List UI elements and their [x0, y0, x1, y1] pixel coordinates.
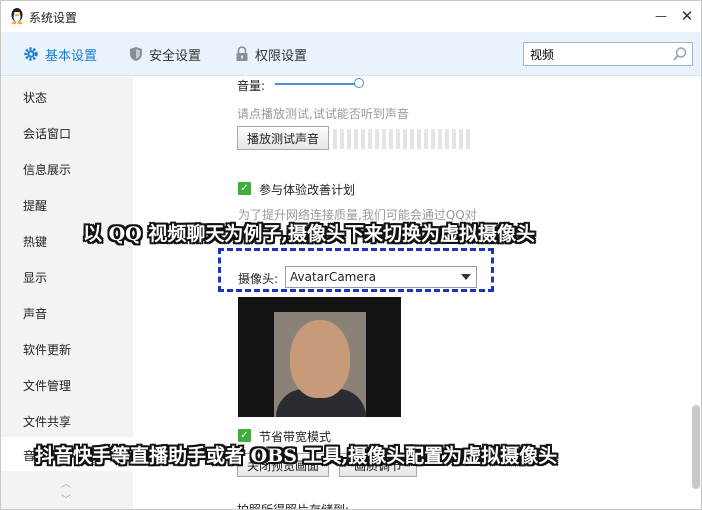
sidebar-item-chat-window[interactable]: 会话窗口 [23, 125, 71, 142]
sidebar-item-software-update[interactable]: 软件更新 [23, 341, 71, 358]
sidebar-item-info-display[interactable]: 信息展示 [23, 161, 71, 178]
volume-slider-track[interactable] [275, 83, 359, 85]
content-scrollbar-thumb[interactable] [692, 405, 700, 489]
tab-permission-settings[interactable]: 权限设置 [235, 44, 307, 64]
lock-icon [236, 46, 248, 61]
sidebar-item-sound[interactable]: 声音 [23, 305, 47, 322]
settings-tab-bar: 基本设置 安全设置 权限设置 [1, 32, 701, 76]
sidebar-item-display[interactable]: 显示 [23, 269, 47, 286]
sidebar-item-reminder[interactable]: 提醒 [23, 197, 47, 214]
playback-test-hint: 请点播放测试,试试能否听到声音 [237, 107, 409, 121]
sidebar-item-audio-video[interactable]: 音 [23, 447, 35, 464]
qq-penguin-icon [11, 8, 23, 25]
search-input[interactable] [530, 46, 670, 62]
tab-security-settings[interactable]: 安全设置 [129, 44, 201, 64]
tab-security-label: 安全设置 [149, 48, 202, 64]
volume-slider-handle[interactable] [354, 78, 364, 88]
close-icon: ✕ [680, 7, 694, 25]
camera-highlight-box [218, 248, 494, 292]
close-button[interactable]: ✕ [675, 5, 699, 27]
gear-icon [24, 47, 38, 61]
experience-plan-label: 参与体验改善计划 [259, 183, 356, 197]
sidebar-item-file-sharing[interactable]: 文件共享 [23, 413, 71, 430]
settings-window: 系统设置 — ✕ 基本设置 安全设置 权限设置 视频 状态 会话窗口 信息展示 … [0, 0, 702, 510]
tab-basic-label: 基本设置 [45, 48, 98, 64]
sidebar-scroll-up-icon[interactable]: ︿ [61, 475, 71, 490]
sidebar-item-hotkey[interactable]: 热键 [23, 233, 47, 250]
sidebar-scroll-down-icon[interactable]: ﹀ [61, 491, 71, 506]
window-title: 系统设置 [29, 11, 78, 25]
audio-level-meter [333, 129, 470, 149]
camera-preview [238, 297, 401, 417]
minimize-icon: — [655, 9, 667, 23]
person-face [290, 320, 350, 398]
shield-icon [130, 47, 142, 61]
volume-label: 音量: [237, 79, 266, 93]
settings-search-box[interactable] [523, 42, 693, 66]
sidebar-item-status[interactable]: 状态 [23, 89, 47, 106]
sidebar-item-file-management[interactable]: 文件管理 [23, 377, 71, 394]
annotation-banner-top: 以 QQ 视频聊天为例子,摄像头下来切换为虚拟摄像头 [83, 223, 535, 245]
annotation-banner-bottom: 抖音快手等直播助手或者 OBS 工具,摄像头配置为虚拟摄像头 [35, 445, 558, 467]
photo-save-path-label: 拍照所得照片存储到: [237, 503, 350, 510]
play-test-sound-button[interactable]: 播放测试声音 [237, 126, 329, 150]
play-test-sound-label: 播放测试声音 [246, 131, 319, 146]
minimize-button[interactable]: — [649, 5, 673, 27]
search-icon[interactable] [672, 46, 688, 62]
title-bar: 系统设置 — ✕ [1, 1, 701, 32]
tab-permission-label: 权限设置 [255, 48, 308, 64]
tab-basic-settings[interactable]: 基本设置 [23, 44, 97, 64]
experience-plan-checkbox[interactable]: ✓ [238, 182, 251, 195]
